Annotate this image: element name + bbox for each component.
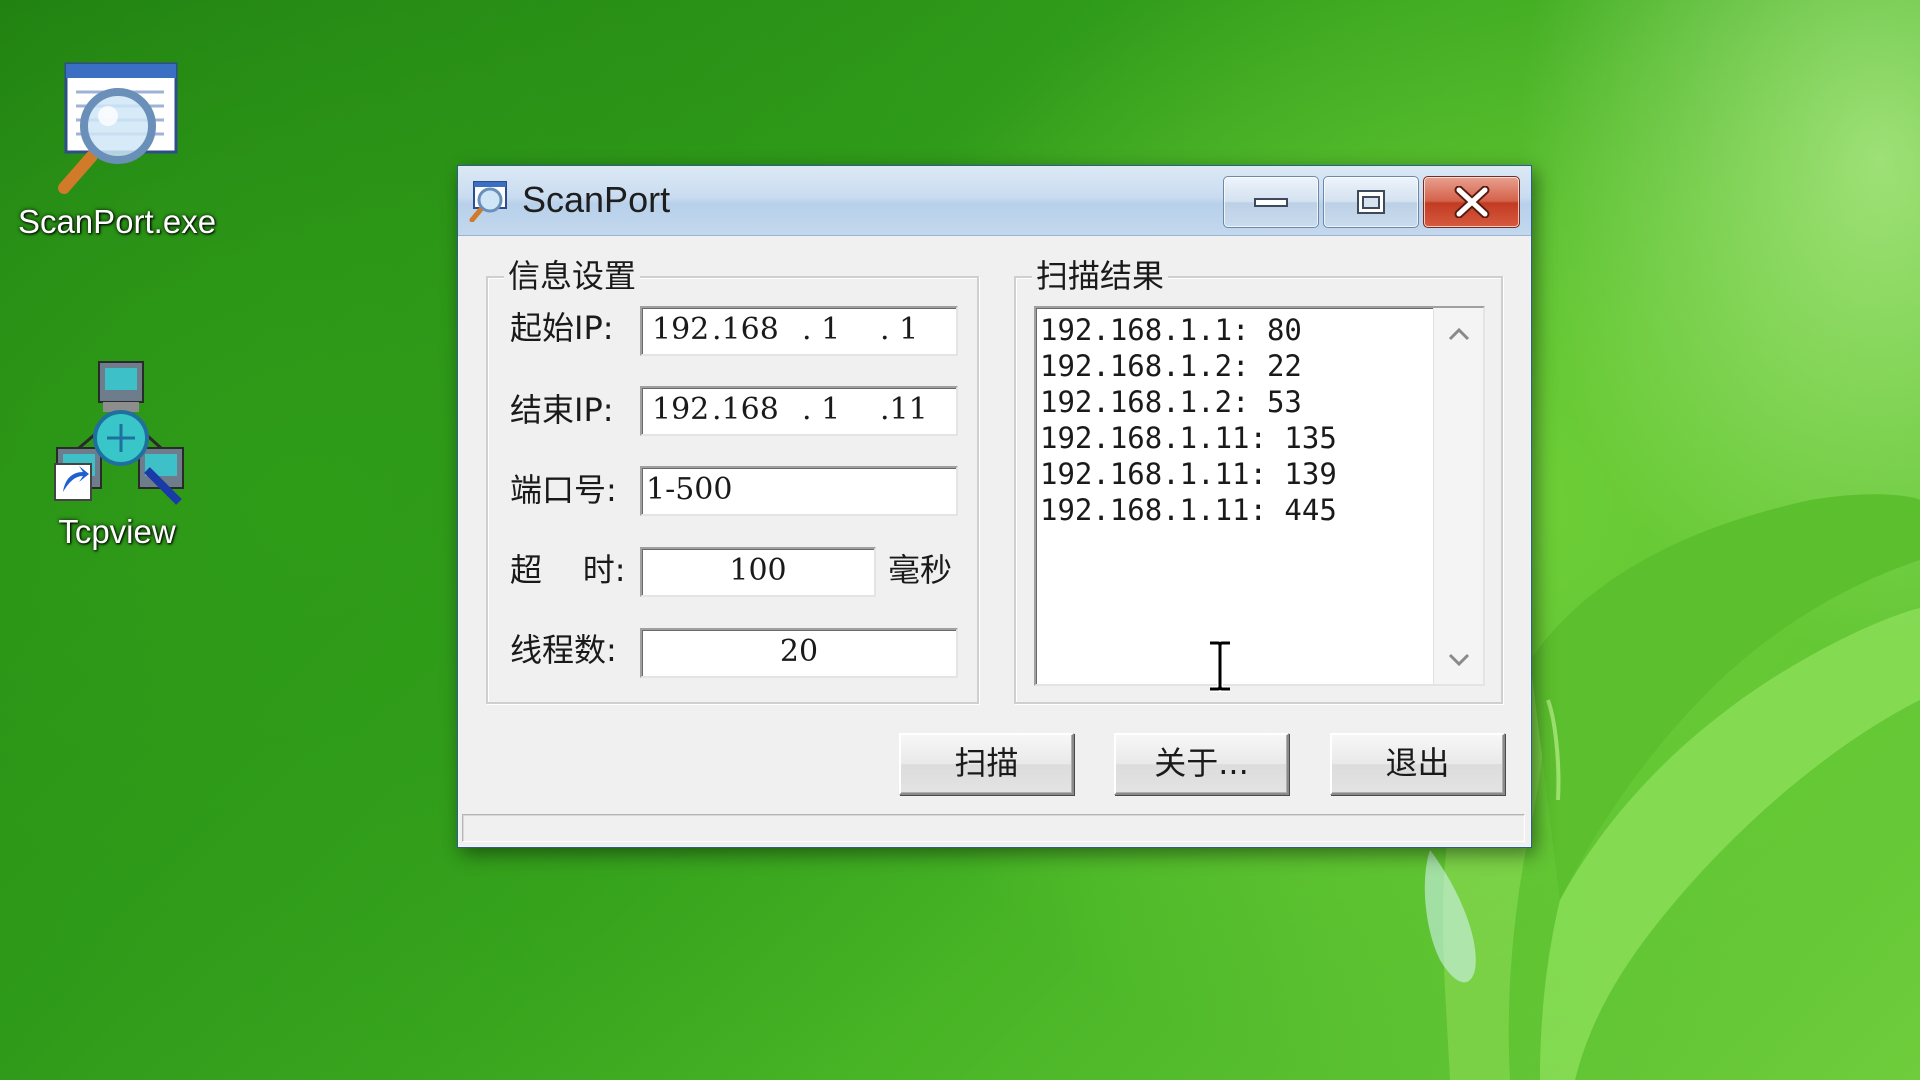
window-title: ScanPort — [522, 179, 671, 220]
settings-group: 信息设置 起始IP: 192 .168 . 1 . 1 结束IP: 192 .1… — [486, 258, 979, 704]
timeout-unit-label: 毫秒 — [888, 551, 953, 589]
scroll-down-button[interactable] — [1434, 640, 1484, 680]
status-bar — [462, 814, 1525, 842]
end-ip-octet-3: . 1 — [802, 392, 841, 427]
result-item[interactable]: 192.168.1.1: 80 — [1040, 312, 1431, 348]
about-button[interactable]: 关于... — [1114, 733, 1289, 795]
timeout-input[interactable]: 100 — [640, 547, 876, 597]
threads-label: 线程数: — [510, 631, 617, 669]
network-computers-shortcut-icon — [54, 361, 184, 505]
end-ip-label: 结束IP: — [510, 391, 614, 429]
result-item[interactable]: 192.168.1.11: 135 — [1040, 420, 1431, 456]
port-label: 端口号: — [510, 471, 617, 509]
timeout-label: 超 时: — [510, 551, 626, 589]
chevron-up-icon — [1448, 327, 1470, 341]
start-ip-octet-3: . 1 — [802, 312, 841, 347]
magnifier-document-icon — [58, 62, 178, 194]
start-ip-octet-4: . 1 — [880, 312, 919, 347]
end-ip-octet-4: .11 — [880, 392, 928, 427]
results-scrollbar[interactable] — [1433, 308, 1483, 684]
start-ip-octet-1: 192 — [652, 312, 710, 347]
settings-group-label: 信息设置 — [504, 258, 641, 294]
result-item[interactable]: 192.168.1.11: 445 — [1040, 492, 1431, 528]
minimize-button[interactable] — [1223, 176, 1319, 228]
desktop-icon-label: ScanPort.exe — [17, 203, 217, 240]
port-range-input[interactable]: 1-500 — [640, 466, 958, 516]
threads-input[interactable]: 20 — [640, 628, 958, 678]
scan-button[interactable]: 扫描 — [899, 733, 1074, 795]
maximize-icon — [1357, 190, 1385, 214]
start-ip-label: 起始IP: — [510, 309, 614, 347]
result-item[interactable]: 192.168.1.11: 139 — [1040, 456, 1431, 492]
start-ip-field[interactable]: 192 .168 . 1 . 1 — [640, 306, 958, 356]
chevron-down-icon — [1448, 653, 1470, 667]
minimize-icon — [1254, 198, 1288, 207]
desktop-icon-label: Tcpview — [58, 513, 176, 550]
desktop-icon-tcpview[interactable]: Tcpview — [2, 360, 232, 551]
end-ip-octet-1: 192 — [652, 392, 710, 427]
exit-button[interactable]: 退出 — [1330, 733, 1505, 795]
scroll-up-button[interactable] — [1434, 314, 1484, 354]
magnifier-app-icon — [469, 181, 507, 222]
title-bar[interactable]: ScanPort — [458, 166, 1531, 236]
close-button[interactable] — [1423, 176, 1520, 228]
results-list: 192.168.1.1: 80 192.168.1.2: 22 192.168.… — [1040, 312, 1431, 528]
end-ip-field[interactable]: 192 .168 . 1 .11 — [640, 386, 958, 436]
start-ip-octet-2: .168 — [712, 312, 779, 347]
scanport-window: ScanPort 信息设置 起始IP: 192 .168 . 1 . 1 结束I… — [457, 165, 1532, 848]
desktop-icon-scanport[interactable]: ScanPort.exe — [2, 60, 232, 241]
result-item[interactable]: 192.168.1.2: 22 — [1040, 348, 1431, 384]
maximize-button[interactable] — [1323, 176, 1419, 228]
results-listbox[interactable]: 192.168.1.1: 80 192.168.1.2: 22 192.168.… — [1034, 306, 1485, 686]
results-group-label: 扫描结果 — [1032, 258, 1169, 294]
end-ip-octet-2: .168 — [712, 392, 779, 427]
text-cursor-icon — [1210, 640, 1230, 692]
close-icon — [1454, 186, 1489, 218]
result-item[interactable]: 192.168.1.2: 53 — [1040, 384, 1431, 420]
results-group: 扫描结果 192.168.1.1: 80 192.168.1.2: 22 192… — [1014, 258, 1503, 704]
